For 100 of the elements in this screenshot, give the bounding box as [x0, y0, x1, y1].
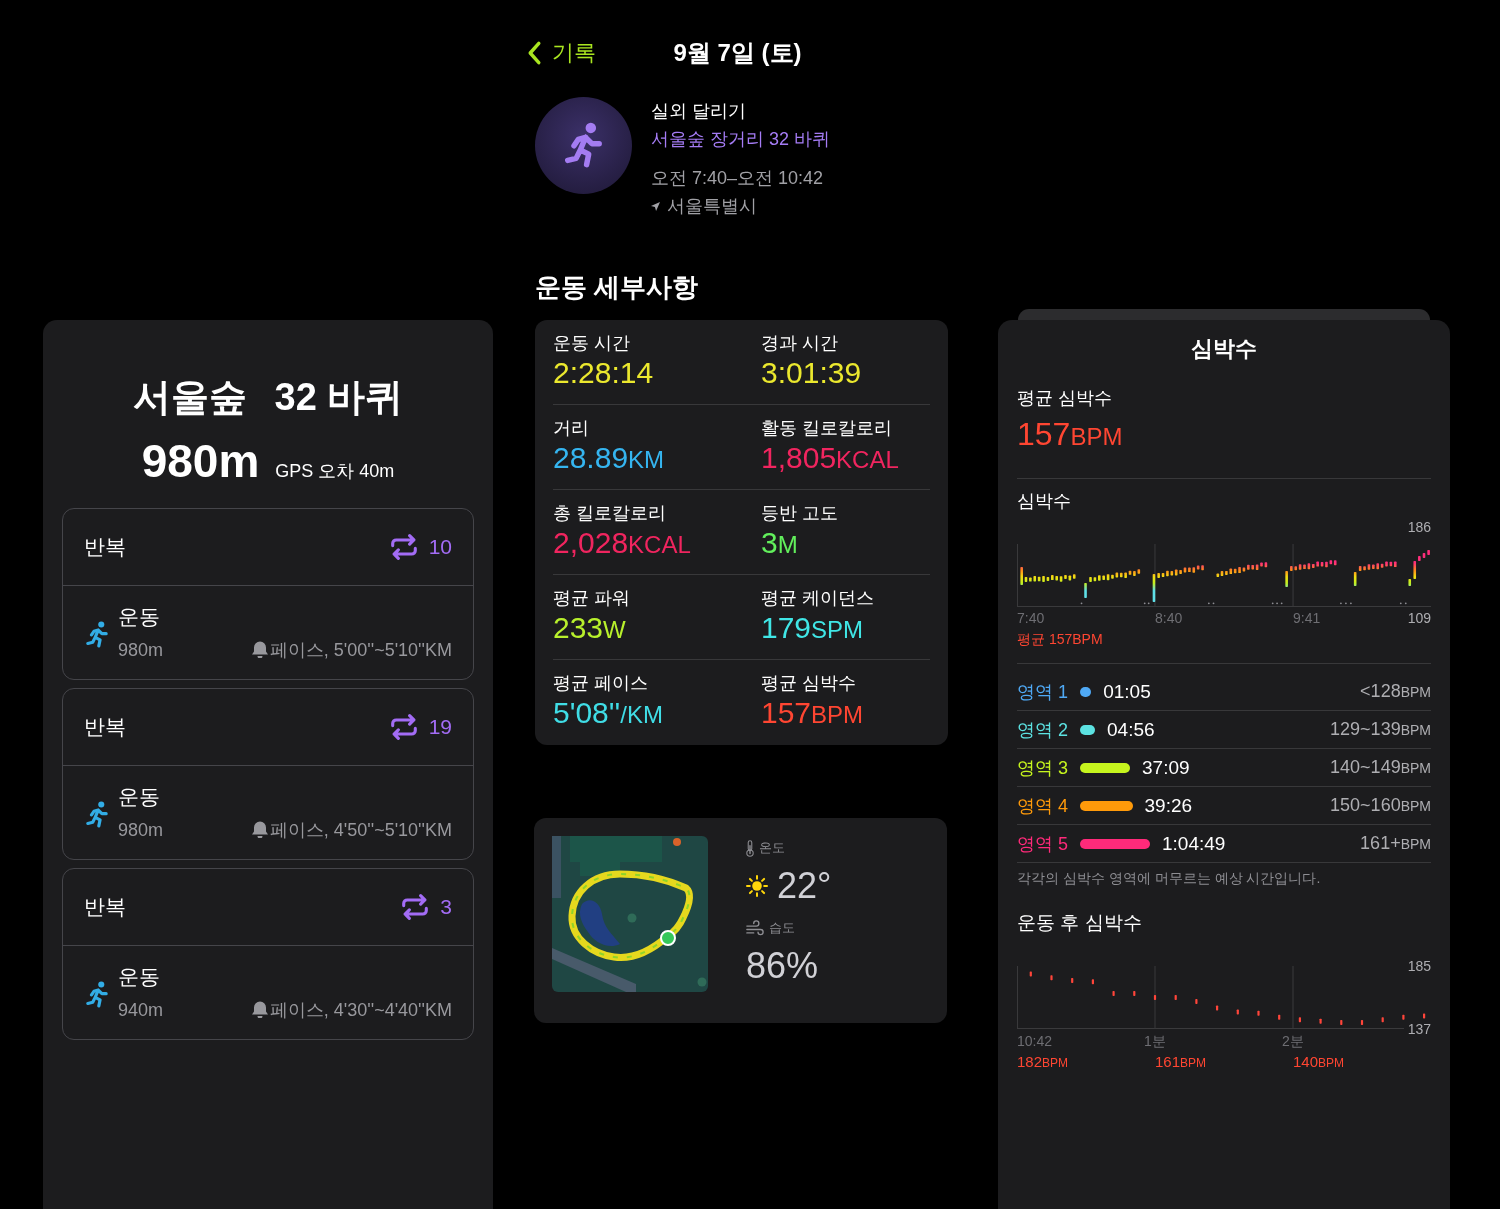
- average-note: 평균 157BPM: [1017, 630, 1103, 648]
- plan-title: 서울숲: [132, 375, 247, 420]
- wind-icon: [746, 920, 764, 936]
- axis-label: 1분: [1144, 1032, 1166, 1050]
- repeat-icon: [390, 714, 417, 740]
- zone-range: 140~149BPM: [1330, 756, 1431, 779]
- metric-value: 233W: [553, 610, 626, 646]
- thermometer-icon: [746, 839, 754, 857]
- data-point: [1133, 991, 1136, 997]
- data-point: [1236, 1009, 1239, 1015]
- data-point: [1050, 975, 1053, 981]
- runner-icon: [86, 621, 108, 648]
- location-text: 서울특별시: [667, 195, 757, 218]
- zone-label: 영역 3: [1017, 756, 1069, 780]
- data-point: [1278, 1014, 1281, 1020]
- workout-name: 서울숲 장거리 32 바퀴: [651, 128, 831, 151]
- data-point: [1216, 1005, 1219, 1011]
- plan-distance: 980m: [141, 434, 260, 488]
- metric-value: 157BPM: [761, 695, 864, 731]
- reading-value: 182BPM: [1017, 1053, 1069, 1072]
- zone-range: 129~139BPM: [1330, 718, 1431, 741]
- zone-range: 161+BPM: [1360, 832, 1431, 855]
- section-title: 운동 세부사항: [535, 271, 699, 303]
- runner-icon: [535, 97, 632, 194]
- gap-marker: [1207, 602, 1210, 605]
- zone-label: 영역 4: [1017, 794, 1069, 818]
- axis-label: 9:41: [1293, 609, 1321, 627]
- repeat-icon: [390, 534, 417, 560]
- metric-label: 평균 파워: [553, 587, 630, 610]
- zone-duration: 04:56: [1107, 717, 1155, 742]
- location-arrow-icon: [651, 201, 660, 211]
- lap-count: 32 바퀴: [274, 375, 404, 420]
- data-point: [1257, 1010, 1260, 1016]
- gap-marker: [1340, 602, 1342, 605]
- zone-label: 영역 5: [1017, 832, 1069, 856]
- heart-rate-bar: [1285, 571, 1288, 587]
- zone-duration: 01:05: [1103, 679, 1151, 704]
- metric-label: 거리: [553, 417, 589, 440]
- repeat-count: 3: [440, 895, 452, 919]
- zone-label: 영역 1: [1017, 680, 1069, 704]
- data-point: [1091, 979, 1094, 985]
- step-distance: 980m: [118, 818, 164, 842]
- gap-marker: [1350, 602, 1352, 605]
- runner-icon: [86, 981, 108, 1008]
- metric-label: 평균 케이던스: [761, 587, 874, 610]
- metric-label: 경과 시간: [761, 332, 838, 355]
- temperature-label: 온도: [759, 839, 785, 857]
- data-point: [1340, 1019, 1343, 1025]
- time-range: 오전 7:40–오전 10:42: [651, 167, 824, 190]
- temperature-value: 22°: [777, 865, 832, 907]
- bell-icon: [251, 820, 268, 839]
- axis-label: 10:42: [1017, 1032, 1053, 1050]
- zones-note: 각각의 심박수 영역에 머무르는 예상 시간입니다.: [1017, 869, 1321, 887]
- block-title: 반복: [84, 534, 127, 560]
- metric-label: 등반 고도: [761, 502, 838, 525]
- pace-label: 페이스, 5'00''~5'10''KM: [269, 638, 452, 662]
- metric-value: 179SPM: [761, 610, 864, 646]
- step-title: 운동: [118, 783, 160, 810]
- repeat-count: 19: [428, 715, 452, 739]
- axis-label: 7:40: [1017, 609, 1045, 627]
- zone-range: 150~160BPM: [1330, 794, 1431, 817]
- repeat-count: 10: [428, 535, 452, 559]
- step-title: 운동: [118, 963, 160, 990]
- step-distance: 940m: [118, 998, 164, 1022]
- data-point: [1319, 1018, 1322, 1024]
- metric-label: 활동 킬로칼로리: [761, 417, 892, 440]
- data-point: [1298, 1017, 1301, 1023]
- data-point: [1029, 971, 1032, 977]
- axis-label: 109: [1407, 609, 1431, 627]
- metric-value: 28.89KM: [553, 440, 665, 476]
- data-point: [1174, 995, 1177, 1000]
- average-label: 평균 심박수: [1017, 387, 1112, 410]
- metric-label: 평균 심박수: [761, 672, 856, 695]
- data-point: [1381, 1017, 1384, 1023]
- block-title: 반복: [84, 894, 127, 920]
- data-point: [1423, 1013, 1426, 1019]
- zone-duration: 39:26: [1144, 793, 1193, 818]
- back-button[interactable]: 기록: [527, 38, 596, 68]
- bell-icon: [251, 640, 268, 659]
- metric-label: 운동 시간: [553, 332, 630, 355]
- humidity-label: 습도: [769, 919, 795, 937]
- metric-value: 3M: [761, 525, 798, 561]
- gps-note: GPS 오차 40m: [275, 460, 395, 482]
- data-point: [1402, 1014, 1405, 1020]
- date-title: 9월 7일 (토): [673, 38, 802, 68]
- axis-label: 186: [1407, 518, 1431, 536]
- metric-value: 2,028KCAL: [553, 525, 691, 561]
- activity-type: 실외 달리기: [651, 100, 746, 123]
- gap-marker: [1404, 602, 1407, 605]
- pace-label: 페이스, 4'50''~5'10''KM: [269, 818, 452, 842]
- metric-label: 총 킬로칼로리: [553, 502, 666, 525]
- sun-icon: [746, 875, 768, 897]
- repeat-icon: [402, 894, 429, 920]
- chart-title: 심박수: [1017, 490, 1071, 513]
- reading-value: 161BPM: [1155, 1053, 1207, 1072]
- metric-value: 3:01:39: [761, 355, 862, 391]
- axis-label: 8:40: [1155, 609, 1183, 627]
- average-value: 157BPM: [1017, 415, 1123, 454]
- metric-value: 5'08''/KM: [553, 695, 663, 731]
- panel-title: 심박수: [1191, 335, 1257, 363]
